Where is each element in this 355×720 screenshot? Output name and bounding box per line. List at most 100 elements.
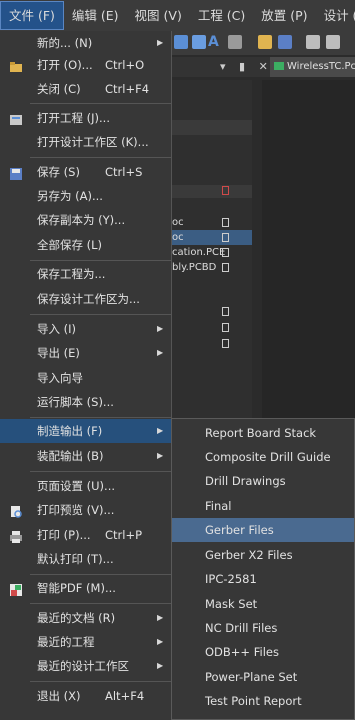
submenu-item-label: Gerber X2 Files: [205, 548, 293, 562]
menu-item-save-all[interactable]: 全部保存 (L): [0, 233, 171, 257]
submenu-item-drill-drawings[interactable]: Drill Drawings: [172, 469, 354, 493]
menu-item-label: 退出 (X): [37, 689, 81, 703]
menu-item-recent-workspaces[interactable]: 最近的设计工作区 ▶: [0, 654, 171, 678]
submenu-item-ipc-2581[interactable]: IPC-2581: [172, 567, 354, 591]
menu-item-print-preview[interactable]: 打印预览 (V)...: [0, 498, 171, 522]
fabrication-outputs-submenu: Report Board Stack Composite Drill Guide…: [171, 418, 355, 720]
submenu-arrow-icon: ▶: [157, 451, 164, 460]
chip-icon[interactable]: [228, 35, 242, 49]
menu-view[interactable]: 视图 (V): [127, 0, 190, 31]
menu-place[interactable]: 放置 (P): [253, 0, 315, 31]
printer-icon: [9, 528, 23, 543]
menu-separator: [30, 157, 171, 158]
submenu-item-power-plane-set[interactable]: Power-Plane Set: [172, 665, 354, 689]
menu-item-label: 全部保存 (L): [37, 238, 103, 252]
submenu-item-gerber-files[interactable]: Gerber Files: [172, 518, 354, 542]
menu-item-shortcut: Ctrl+P: [105, 528, 143, 542]
text-icon[interactable]: A: [208, 35, 222, 49]
menu-item-default-print[interactable]: 默认打印 (T)...: [0, 547, 171, 571]
submenu-item-label: ODB++ Files: [205, 645, 279, 659]
file-icon: [222, 218, 229, 227]
menu-item-smart-pdf[interactable]: 智能PDF (M)...: [0, 576, 171, 600]
open-folder-icon[interactable]: [258, 35, 272, 49]
file-icon: [222, 323, 229, 332]
project-row-selected[interactable]: oc: [170, 230, 252, 245]
menu-item-label: 关闭 (C): [37, 82, 81, 96]
menu-item-label: 打印 (P)...: [37, 528, 91, 542]
menu-item-label: 导入向导: [37, 371, 83, 385]
menu-item-open-project[interactable]: 打开工程 (J)...: [0, 106, 171, 130]
menu-item-label: 保存设计工作区为...: [37, 292, 140, 306]
menu-separator: [30, 681, 171, 682]
submenu-item-mask-set[interactable]: Mask Set: [172, 592, 354, 616]
submenu-item-label: IPC-2581: [205, 572, 257, 586]
print-preview-icon[interactable]: [326, 35, 340, 49]
file-icon: [222, 186, 229, 195]
project-row[interactable]: oc: [170, 215, 252, 230]
project-row[interactable]: cation.PCE: [170, 245, 252, 260]
save-icon[interactable]: [278, 35, 292, 49]
menu-item-recent-projects[interactable]: 最近的工程 ▶: [0, 630, 171, 654]
submenu-arrow-icon: ▶: [157, 637, 164, 646]
submenu-item-final[interactable]: Final: [172, 494, 354, 518]
place-icon-2[interactable]: [192, 35, 206, 49]
menu-item-recent-documents[interactable]: 最近的文档 (R) ▶: [0, 606, 171, 630]
menu-item-save-workspace-as[interactable]: 保存设计工作区为...: [0, 287, 171, 311]
submenu-item-odb-files[interactable]: ODB++ Files: [172, 640, 354, 664]
menu-item-label: 导出 (E): [37, 346, 80, 360]
project-row-label: oc: [172, 217, 184, 228]
pcb-doc-icon: [274, 62, 284, 70]
place-icon[interactable]: [174, 35, 188, 49]
print-preview-icon: [9, 503, 23, 518]
menu-item-page-setup[interactable]: 页面设置 (U)...: [0, 474, 171, 498]
submenu-item-nc-drill-files[interactable]: NC Drill Files: [172, 616, 354, 640]
submenu-item-test-point-report[interactable]: Test Point Report: [172, 689, 354, 713]
submenu-item-report-board-stack[interactable]: Report Board Stack: [172, 421, 354, 445]
menu-item-save[interactable]: 保存 (S) Ctrl+S: [0, 160, 171, 184]
submenu-item-label: NC Drill Files: [205, 621, 278, 635]
menu-item-import[interactable]: 导入 (I) ▶: [0, 317, 171, 341]
menu-item-label: 导入 (I): [37, 322, 77, 336]
menu-bar: 文件 (F) 编辑 (E) 视图 (V) 工程 (C) 放置 (P) 设计 (D…: [0, 0, 355, 32]
submenu-item-gerber-x2-files[interactable]: Gerber X2 Files: [172, 543, 354, 567]
submenu-arrow-icon: ▶: [157, 613, 164, 622]
print-icon[interactable]: [306, 35, 320, 49]
project-row[interactable]: bly.PCBD: [170, 260, 252, 275]
menu-design[interactable]: 设计 (D): [316, 0, 355, 31]
open-project-icon: [9, 111, 23, 125]
file-icon: [222, 263, 229, 272]
panel-controls[interactable]: ▾ ▮ ✕: [220, 60, 273, 73]
menu-item-close[interactable]: 关闭 (C) Ctrl+F4: [0, 77, 171, 101]
menu-item-open[interactable]: 打开 (O)... Ctrl+O: [0, 53, 171, 77]
menu-item-label: 智能PDF (M)...: [37, 581, 116, 595]
file-icon: [222, 339, 229, 348]
document-tab[interactable]: WirelessTC.Pc: [270, 57, 355, 77]
menu-item-exit[interactable]: 退出 (X) Alt+F4: [0, 684, 171, 708]
menu-project[interactable]: 工程 (C): [190, 0, 253, 31]
menu-item-save-copy-as[interactable]: 保存副本为 (Y)...: [0, 208, 171, 232]
menu-item-print[interactable]: 打印 (P)... Ctrl+P: [0, 523, 171, 547]
menu-item-fabrication-outputs[interactable]: 制造输出 (F) ▶: [0, 419, 171, 443]
menu-item-open-workspace[interactable]: 打开设计工作区 (K)...: [0, 130, 171, 154]
submenu-item-label: Mask Set: [205, 597, 258, 611]
menu-item-label: 另存为 (A)...: [37, 189, 103, 203]
menu-item-save-as[interactable]: 另存为 (A)...: [0, 184, 171, 208]
submenu-item-composite-drill-guide[interactable]: Composite Drill Guide: [172, 445, 354, 469]
menu-item-export[interactable]: 导出 (E) ▶: [0, 341, 171, 365]
submenu-arrow-icon: ▶: [157, 324, 164, 333]
menu-item-shortcut: Ctrl+O: [105, 58, 145, 72]
submenu-item-label: Final: [205, 499, 232, 513]
menu-item-import-wizard[interactable]: 导入向导: [0, 366, 171, 390]
menu-item-new[interactable]: 新的... (N) ▶: [0, 31, 171, 55]
panel-search-bar[interactable]: [170, 120, 252, 135]
file-icon: [222, 307, 229, 316]
menu-file[interactable]: 文件 (F): [0, 1, 64, 30]
menu-edit[interactable]: 编辑 (E): [64, 0, 127, 31]
menu-item-assembly-outputs[interactable]: 装配输出 (B) ▶: [0, 444, 171, 468]
menu-separator: [30, 471, 171, 472]
menu-item-label: 最近的设计工作区: [37, 659, 129, 673]
menu-item-label: 保存 (S): [37, 165, 80, 179]
submenu-item-label: Power-Plane Set: [205, 670, 298, 684]
menu-item-save-project-as[interactable]: 保存工程为...: [0, 262, 171, 286]
menu-item-run-script[interactable]: 运行脚本 (S)...: [0, 390, 171, 414]
